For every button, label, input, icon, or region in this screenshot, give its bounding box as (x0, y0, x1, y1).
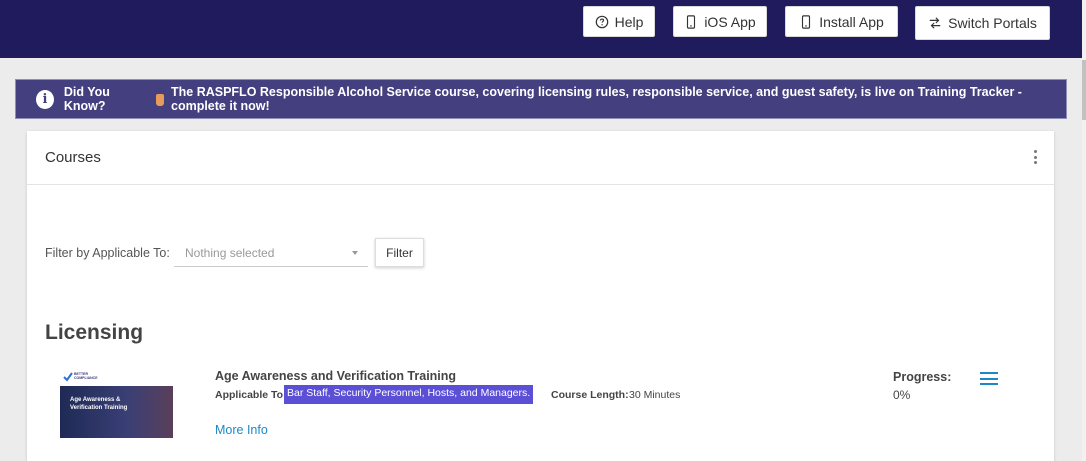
progress-value: 0% (893, 388, 911, 402)
swap-arrows-icon (929, 17, 941, 29)
course-title[interactable]: Age Awareness and Verification Training (215, 369, 456, 383)
switch-portals-button[interactable]: Switch Portals (915, 6, 1050, 40)
select-placeholder: Nothing selected (185, 246, 275, 260)
card-title: Courses (45, 149, 101, 166)
check-logo-icon (63, 372, 73, 382)
filter-button[interactable]: Filter (375, 238, 424, 267)
course-length-value: 30 Minutes (629, 389, 681, 401)
applicable-to-select[interactable]: Nothing selected (174, 239, 368, 267)
hamburger-menu-icon[interactable] (980, 372, 998, 385)
thumbnail-banner: Age Awareness & Verification Training (60, 386, 173, 438)
mobile-phone-icon (802, 14, 811, 29)
top-navigation-bar: Help iOS App Install App Switch Portals (0, 0, 1082, 58)
install-app-label: Install App (819, 13, 884, 30)
mobile-phone-icon (687, 14, 696, 29)
section-title: Licensing (45, 321, 144, 344)
course-length-label: Course Length: (551, 389, 629, 401)
question-circle-icon (595, 15, 608, 28)
help-button[interactable]: Help (583, 6, 655, 37)
switch-portals-label: Switch Portals (948, 15, 1037, 31)
applicable-to-value: Bar Staff, Security Personnel, Hosts, an… (284, 385, 534, 404)
more-info-link[interactable]: More Info (215, 423, 268, 437)
ios-app-button[interactable]: iOS App (673, 6, 767, 37)
filter-label: Filter by Applicable To: (45, 246, 170, 260)
chevron-down-icon (352, 251, 358, 255)
page-scrollbar[interactable] (1082, 0, 1086, 461)
info-icon: i (36, 89, 54, 109)
more-options-icon[interactable] (1034, 150, 1038, 164)
did-you-know-banner: i Did You Know? The RASPFLO Responsible … (15, 79, 1067, 119)
help-label: Help (614, 13, 644, 30)
install-app-button[interactable]: Install App (785, 6, 898, 37)
thumbnail-logo-text: BETTER COMPLIANCE (74, 372, 98, 380)
banner-lead: Did You Know? (63, 85, 110, 113)
applicable-to-label: Applicable To: (215, 389, 287, 401)
course-thumbnail[interactable]: BETTER COMPLIANCE Age Awareness & Verifi… (60, 370, 173, 438)
scrollbar-thumb[interactable] (1082, 60, 1086, 120)
bottle-icon (156, 94, 164, 106)
card-header: Courses (27, 131, 1054, 185)
thumbnail-caption: Age Awareness & Verification Training (70, 397, 128, 411)
banner-message: The RASPFLO Responsible Alcohol Service … (171, 85, 1022, 113)
courses-card: Courses Filter by Applicable To: Nothing… (27, 131, 1054, 461)
ios-app-label: iOS App (704, 13, 756, 30)
progress-label: Progress: (893, 370, 952, 384)
